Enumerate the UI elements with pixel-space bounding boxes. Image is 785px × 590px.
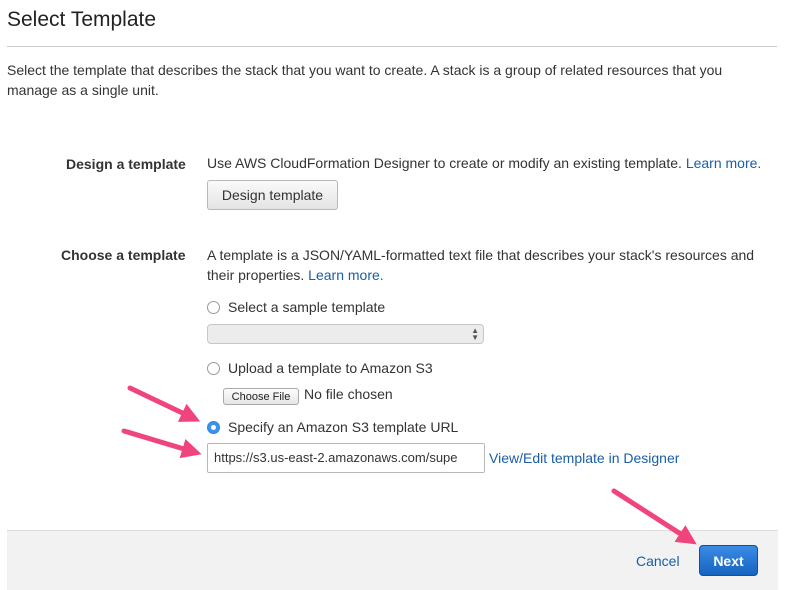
design-learn-more-link[interactable]: Learn more. — [686, 155, 761, 171]
arrow-to-url-input-icon — [121, 428, 202, 459]
arrow-to-s3-radio-icon — [127, 385, 201, 422]
choose-description-text: A template is a JSON/YAML-formatted text… — [207, 247, 755, 283]
choose-file-button[interactable]: Choose File — [223, 388, 299, 405]
sample-template-option[interactable]: Select a sample template — [207, 299, 385, 315]
upload-template-option[interactable]: Upload a template to Amazon S3 — [207, 360, 433, 376]
choose-template-label: Choose a template — [61, 247, 186, 263]
design-template-label: Design a template — [66, 156, 186, 172]
next-button[interactable]: Next — [699, 545, 758, 576]
choose-learn-more-link[interactable]: Learn more. — [308, 267, 383, 283]
page-title: Select Template — [7, 8, 157, 31]
cancel-button[interactable]: Cancel — [636, 553, 680, 569]
design-description-text: Use AWS CloudFormation Designer to creat… — [207, 155, 682, 171]
s3-url-radio[interactable] — [207, 420, 220, 434]
sample-template-label: Select a sample template — [228, 299, 386, 315]
title-divider — [7, 46, 777, 47]
s3-url-option[interactable]: Specify an Amazon S3 template URL — [207, 419, 458, 435]
upload-template-label: Upload a template to Amazon S3 — [228, 360, 433, 376]
sample-template-radio[interactable] — [207, 300, 220, 314]
upload-template-radio[interactable] — [207, 361, 220, 375]
design-template-description: Use AWS CloudFormation Designer to creat… — [207, 153, 777, 173]
file-status: No file chosen — [304, 386, 393, 402]
s3-url-input[interactable]: https://s3.us-east-2.amazonaws.com/supe — [207, 443, 485, 473]
choose-template-description: A template is a JSON/YAML-formatted text… — [207, 245, 772, 285]
s3-url-label: Specify an Amazon S3 template URL — [228, 419, 459, 435]
select-arrows-icon: ▲ ▼ — [471, 326, 479, 342]
sample-template-select[interactable]: ▲ ▼ — [207, 324, 484, 344]
design-template-button[interactable]: Design template — [207, 180, 338, 210]
view-edit-designer-link[interactable]: View/Edit template in Designer — [489, 448, 679, 468]
page-description: Select the template that describes the s… — [7, 62, 723, 98]
